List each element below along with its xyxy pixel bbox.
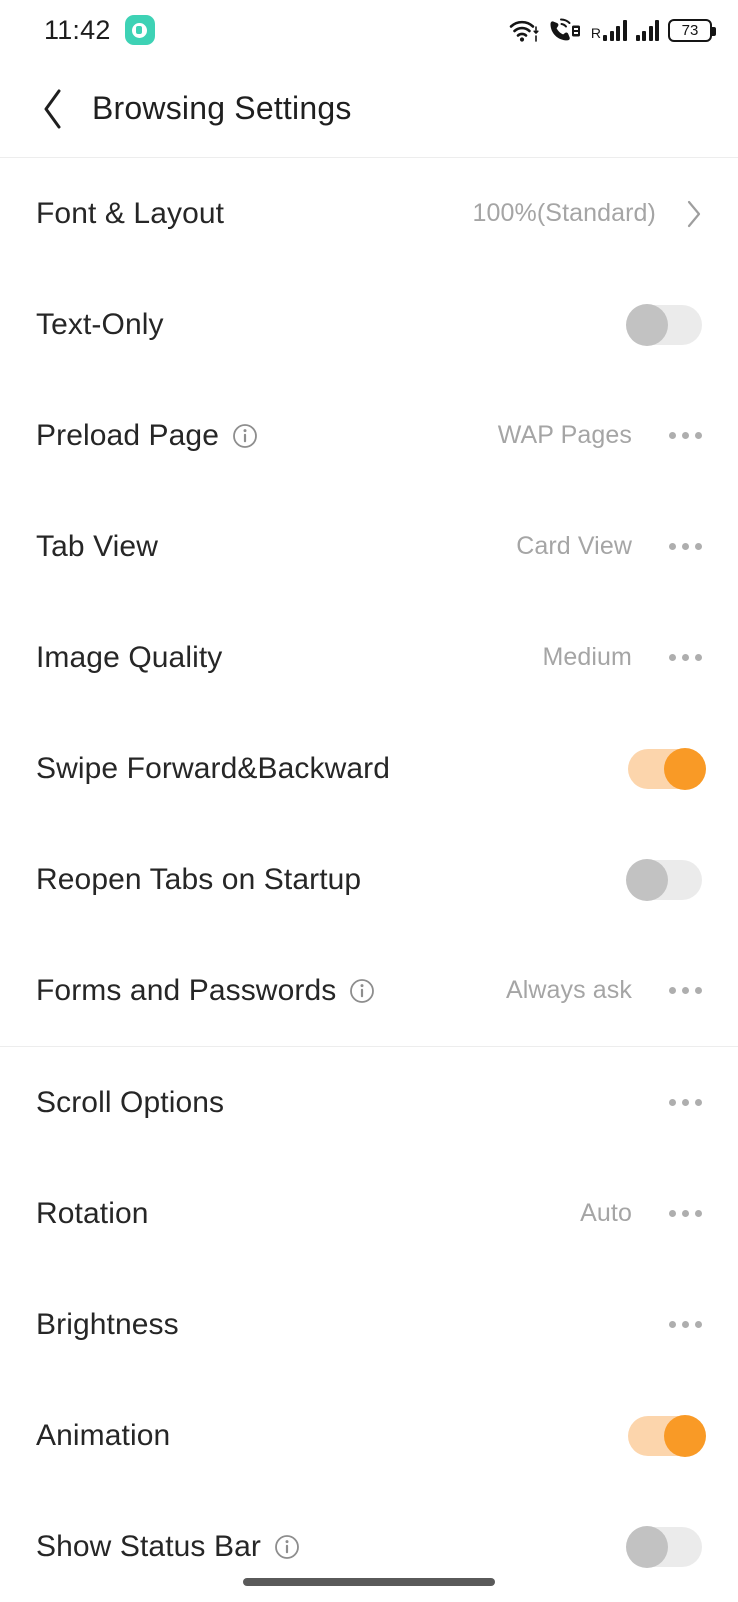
row-value: Always ask [505,976,632,1004]
info-icon[interactable] [349,978,375,1004]
row-label: Brightness [36,1307,179,1341]
row-label: Text-Only [36,307,164,341]
row-label: Font & Layout [36,196,225,230]
row-label: Preload Page [36,419,258,453]
settings-section-1: Font & Layout 100%(Standard) Text-Only P… [0,158,738,1046]
toggle-reopen-tabs-on-startup[interactable] [626,858,702,901]
row-trailing: Always ask [506,976,702,1005]
toggle-animation[interactable] [628,1414,706,1457]
row-value: Auto [580,1199,632,1227]
row-label: Image Quality [36,640,223,674]
row-trailing: Auto [580,1199,702,1228]
row-label-text: Forms and Passwords [36,973,337,1007]
home-gesture-bar[interactable] [243,1578,495,1586]
battery-level-label: 73 [681,21,699,39]
row-image-quality[interactable]: Image Quality Medium [0,602,738,713]
row-brightness[interactable]: Brightness [0,1269,738,1380]
battery-icon: 73 [668,18,716,42]
chevron-right-icon[interactable] [676,200,702,228]
signal-group-1: R [591,19,627,41]
info-icon[interactable] [232,423,258,449]
row-label: Animation [36,1418,171,1452]
roaming-indicator: R [590,25,601,41]
row-trailing [628,1414,706,1457]
row-value: Card View [516,532,632,560]
row-value: 100%(Standard) [472,199,656,227]
row-trailing [628,747,706,790]
row-trailing: 100%(Standard) [473,199,702,228]
row-label: Reopen Tabs on Startup [36,862,362,896]
row-font-and-layout[interactable]: Font & Layout 100%(Standard) [0,158,738,269]
row-label: Swipe Forward&Backward [36,751,390,785]
more-options-icon[interactable] [652,987,702,994]
more-options-icon[interactable] [652,1099,702,1106]
row-text-only[interactable]: Text-Only [0,269,738,380]
toggle-show-status-bar[interactable] [626,1525,702,1568]
messaging-app-icon [124,15,155,45]
row-label: Tab View [36,529,158,563]
row-trailing: Card View [516,532,702,561]
status-bar-clock: 11:42 [44,14,111,45]
row-label: Show Status Bar [36,1530,300,1564]
row-label: Rotation [36,1196,149,1230]
page-header: Browsing Settings [0,60,738,158]
more-options-icon[interactable] [652,654,702,661]
row-trailing [626,1525,702,1568]
row-value: Medium [542,643,632,671]
row-trailing [626,858,702,901]
row-label-text: Show Status Bar [36,1529,261,1563]
status-bar-right: R 73 [509,17,716,43]
row-scroll-options[interactable]: Scroll Options [0,1047,738,1158]
toggle-swipe-forward-backward[interactable] [628,747,706,790]
row-trailing [632,1321,702,1328]
signal-bars-icon [603,19,627,41]
row-trailing: WAP Pages [498,421,702,450]
toggle-text-only[interactable] [626,303,702,346]
row-tab-view[interactable]: Tab View Card View [0,491,738,602]
volte-call-icon [548,17,582,43]
row-label: Forms and Passwords [36,974,375,1008]
status-bar: 11:42 R 73 [0,0,738,60]
row-trailing [626,303,702,346]
row-swipe-forward-backward[interactable]: Swipe Forward&Backward [0,713,738,824]
row-rotation[interactable]: Rotation Auto [0,1158,738,1269]
settings-section-2: Scroll Options Rotation Auto Brightness … [0,1046,738,1602]
row-label-text: Preload Page [36,418,220,452]
signal-bars-icon-2 [635,19,659,41]
more-options-icon[interactable] [652,543,702,550]
row-label: Scroll Options [36,1085,225,1119]
row-trailing [632,1099,702,1106]
row-animation[interactable]: Animation [0,1380,738,1491]
row-forms-and-passwords[interactable]: Forms and Passwords Always ask [0,935,738,1046]
back-chevron-icon[interactable] [36,84,70,134]
status-bar-left: 11:42 [44,15,155,46]
wifi-with-data-arrows-icon [509,17,539,43]
row-value: WAP Pages [497,421,632,449]
row-reopen-tabs-on-startup[interactable]: Reopen Tabs on Startup [0,824,738,935]
row-trailing: Medium [542,643,702,672]
more-options-icon[interactable] [652,1321,702,1328]
row-preload-page[interactable]: Preload Page WAP Pages [0,380,738,491]
more-options-icon[interactable] [652,1210,702,1217]
more-options-icon[interactable] [652,432,702,439]
settings-list: Font & Layout 100%(Standard) Text-Only P… [0,158,738,1602]
info-icon[interactable] [274,1534,300,1560]
page-title: Browsing Settings [92,90,352,126]
